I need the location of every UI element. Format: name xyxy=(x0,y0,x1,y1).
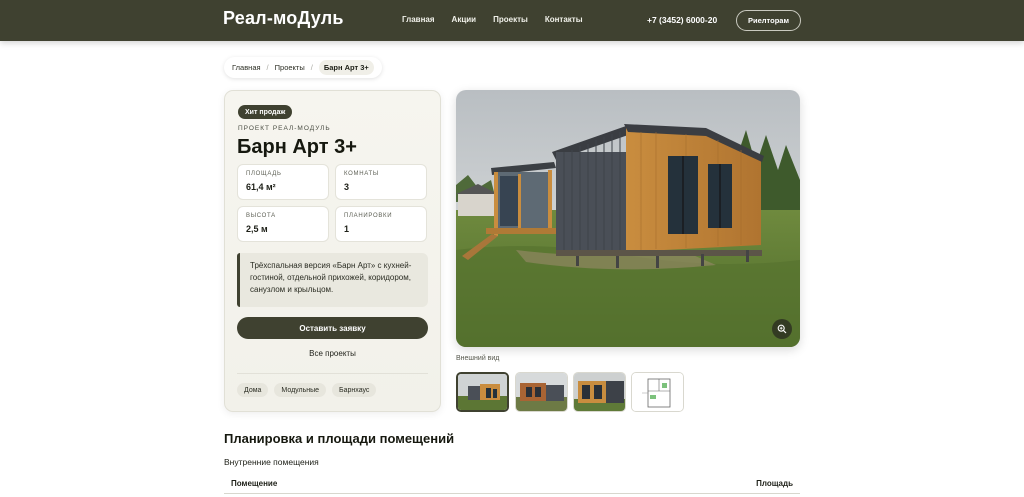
stat-rooms: КОМНАТЫ 3 xyxy=(335,164,427,200)
stat-area: ПЛОЩАДЬ 61,4 м² xyxy=(237,164,329,200)
breadcrumb-separator: / xyxy=(266,63,269,72)
phone-link[interactable]: +7 (3452) 6000-20 xyxy=(647,15,717,25)
plan-section-title: Планировка и площади помещений xyxy=(224,431,455,446)
zoom-button[interactable] xyxy=(772,319,792,339)
breadcrumb-home[interactable]: Главная xyxy=(232,63,261,72)
project-eyebrow: ПРОЕКТ РЕАЛ-МОДУЛЬ xyxy=(238,125,331,132)
floor-plan-image xyxy=(632,373,683,411)
stat-value: 3 xyxy=(344,182,350,192)
nav-link-promos[interactable]: Акции xyxy=(452,15,477,24)
main-photo[interactable] xyxy=(456,90,800,347)
thumbnail-image xyxy=(458,374,507,410)
stat-label: ПЛОЩАДЬ xyxy=(246,171,282,177)
breadcrumb-projects[interactable]: Проекты xyxy=(275,63,305,72)
breadcrumb-current: Барн Арт 3+ xyxy=(318,60,374,75)
stat-value: 1 xyxy=(344,224,350,234)
nav-link-contacts[interactable]: Контакты xyxy=(545,15,583,24)
column-room: Помещение xyxy=(231,479,278,488)
request-button[interactable]: Оставить заявку xyxy=(237,317,428,339)
tag-houses[interactable]: Дома xyxy=(237,383,269,397)
thumbnail-exterior-2[interactable] xyxy=(515,372,568,412)
tag-barnhouse[interactable]: Барнхаус xyxy=(332,383,377,397)
stat-label: ВЫСОТА xyxy=(246,213,276,219)
project-info-card: Хит продаж ПРОЕКТ РЕАЛ-МОДУЛЬ Барн Арт 3… xyxy=(224,90,441,412)
stat-height: ВЫСОТА 2,5 м xyxy=(237,206,329,242)
zoom-in-icon xyxy=(777,324,787,334)
site-header: Реал-моДуль Главная Акции Проекты Контак… xyxy=(0,0,1024,41)
thumbnail-image xyxy=(516,373,567,411)
stat-value: 2,5 м xyxy=(246,224,268,234)
divider xyxy=(237,373,428,374)
plan-section-subtitle: Внутренние помещения xyxy=(224,457,319,467)
hit-badge: Хит продаж xyxy=(238,105,293,119)
breadcrumb-separator: / xyxy=(310,63,313,72)
realtors-button[interactable]: Риелторам xyxy=(736,10,801,31)
thumbnail-exterior-3[interactable] xyxy=(573,372,626,412)
stat-value: 61,4 м² xyxy=(246,182,276,192)
house-exterior-image xyxy=(456,90,800,347)
photo-caption: Внешний вид xyxy=(456,355,500,362)
column-area: Площадь xyxy=(756,479,793,488)
stat-label: КОМНАТЫ xyxy=(344,171,379,177)
rooms-table-header: Помещение Площадь xyxy=(224,472,800,494)
tag-list: Дома Модульные Барнхаус xyxy=(237,383,377,397)
all-projects-link[interactable]: Все проекты xyxy=(237,349,428,358)
project-title: Барн Арт 3+ xyxy=(237,136,357,158)
main-nav: Главная Акции Проекты Контакты xyxy=(402,15,600,24)
project-description: Трёхспальная версия «Барн Арт» с кухней-… xyxy=(237,253,428,307)
stat-label: ПЛАНИРОВКИ xyxy=(344,213,393,219)
stat-layouts: ПЛАНИРОВКИ 1 xyxy=(335,206,427,242)
thumbnail-floor-plan[interactable] xyxy=(631,372,684,412)
nav-link-projects[interactable]: Проекты xyxy=(493,15,528,24)
nav-link-home[interactable]: Главная xyxy=(402,15,435,24)
breadcrumb: Главная / Проекты / Барн Арт 3+ xyxy=(224,57,382,78)
thumbnail-exterior-1[interactable] xyxy=(456,372,509,412)
thumbnail-image xyxy=(574,373,625,411)
tag-modular[interactable]: Модульные xyxy=(274,383,327,397)
logo[interactable]: Реал-моДуль xyxy=(223,8,344,29)
